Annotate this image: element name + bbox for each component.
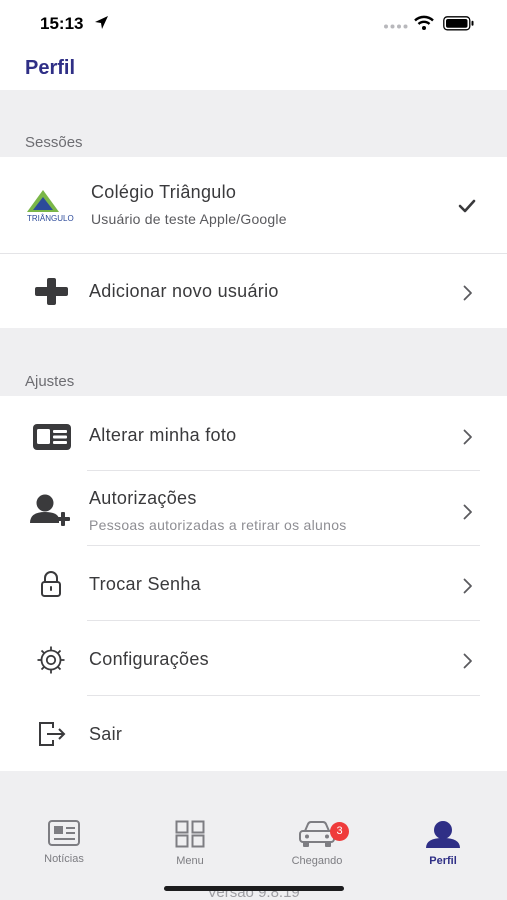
school-logo: TRIÂNGULO (27, 190, 74, 223)
page-title: Perfil (25, 57, 76, 79)
change-password-label: Trocar Senha (89, 574, 201, 594)
sessions-group: TRIÂNGULO Colégio Triângulo Usuário de t… (0, 157, 507, 328)
signal-dots-icon (384, 24, 408, 29)
settings-button[interactable]: Configurações (0, 621, 507, 696)
authorizations-subtitle: Pessoas autorizadas a retirar os alunos (89, 517, 347, 533)
logout-button[interactable]: Sair (0, 696, 507, 771)
gear-icon (37, 646, 65, 674)
lock-icon (41, 571, 61, 597)
chevron-right-icon (463, 285, 472, 301)
chevron-right-icon (463, 653, 472, 669)
authorizations-label: Autorizações (89, 488, 197, 508)
tab-perfil-label: Perfil (429, 855, 457, 867)
chevron-right-icon (463, 429, 472, 445)
session-user-name: Usuário de teste Apple/Google (91, 211, 287, 227)
logout-icon (39, 722, 66, 746)
add-user-button[interactable]: Adicionar novo usuário (0, 254, 507, 329)
nav-header: Perfil (0, 48, 507, 90)
chevron-right-icon (463, 578, 472, 594)
wifi-icon (414, 15, 434, 30)
change-photo-label: Alterar minha foto (89, 425, 237, 445)
notification-badge: 3 (330, 822, 349, 841)
status-time: 15:13 (40, 14, 84, 33)
change-password-button[interactable]: Trocar Senha (0, 546, 507, 621)
tab-menu-label: Menu (176, 855, 204, 867)
checkmark-icon (458, 199, 476, 213)
home-indicator[interactable] (164, 886, 344, 891)
grid-icon (175, 820, 205, 848)
tab-perfil[interactable]: Perfil (403, 820, 483, 867)
add-user-label: Adicionar novo usuário (89, 281, 279, 301)
session-item[interactable]: TRIÂNGULO Colégio Triângulo Usuário de t… (0, 157, 507, 253)
id-card-icon (33, 424, 71, 450)
sessions-section-header: Sessões (25, 134, 83, 151)
tab-noticias[interactable]: Notícias (24, 820, 104, 865)
authorizations-button[interactable]: Autorizações Pessoas autorizadas a retir… (0, 471, 507, 546)
battery-icon (443, 16, 474, 31)
settings-section-header: Ajustes (25, 373, 75, 390)
school-name: Colégio Triângulo (91, 182, 237, 202)
newspaper-icon (48, 820, 80, 846)
status-bar: 15:13 (0, 0, 507, 48)
change-photo-button[interactable]: Alterar minha foto (0, 396, 507, 471)
tab-noticias-label: Notícias (44, 853, 84, 865)
chevron-right-icon (463, 504, 472, 520)
tab-chegando-label: Chegando (291, 855, 343, 867)
school-logo-text: TRIÂNGULO (27, 214, 74, 223)
user-plus-icon (30, 494, 70, 526)
logout-label: Sair (89, 724, 123, 744)
user-icon (426, 821, 460, 848)
plus-icon (35, 278, 68, 305)
settings-label: Configurações (89, 649, 209, 669)
tab-menu[interactable]: Menu (150, 820, 230, 867)
settings-group: Alterar minha foto Autorizações Pessoas … (0, 396, 507, 771)
location-arrow-icon (95, 16, 108, 29)
